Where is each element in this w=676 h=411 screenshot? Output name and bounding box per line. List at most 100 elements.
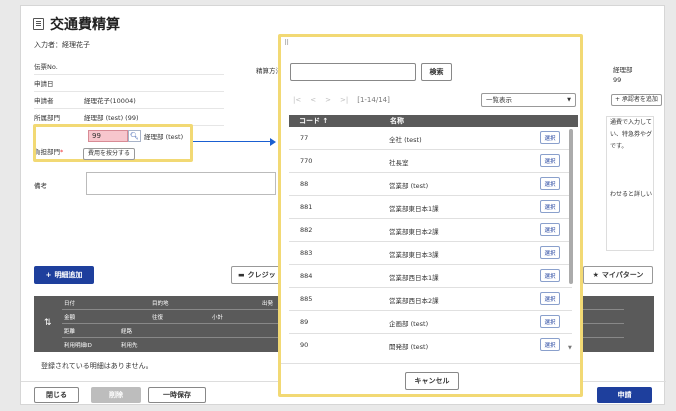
col-date: 日付	[64, 301, 76, 307]
my-pattern-label: マイパターン	[601, 271, 644, 279]
dialog-search-button[interactable]: 検索	[421, 63, 452, 81]
search-icon[interactable]: 🔍︎	[128, 130, 141, 142]
select-button[interactable]: 選択	[540, 338, 560, 351]
select-button[interactable]: 選択	[540, 131, 560, 144]
view-mode-value: 一覧表示	[486, 96, 512, 104]
voucher-no-label: 伝票No.	[34, 63, 58, 71]
list-item: 77 全社 (test) 選択	[289, 127, 572, 150]
dept-name: 営業部東日本1課	[389, 205, 439, 213]
add-detail-label: 明細追加	[54, 271, 83, 279]
arrow-line	[193, 141, 271, 142]
apply-date-row: 申請日	[34, 75, 224, 92]
dept-code: 882	[300, 226, 313, 234]
notice-line	[610, 177, 653, 189]
select-button[interactable]: 選択	[540, 154, 560, 167]
notice-line: です。	[610, 143, 628, 150]
last-page-icon[interactable]: >|	[340, 96, 348, 104]
scroll-down-icon[interactable]: ▼	[568, 345, 572, 351]
dept-name: 営業部 (test)	[389, 182, 429, 190]
select-button[interactable]: 選択	[540, 315, 560, 328]
select-button[interactable]: 選択	[540, 269, 560, 282]
first-page-icon[interactable]: |<	[293, 96, 301, 104]
next-page-icon[interactable]: >	[325, 96, 331, 104]
notice-line: い、特急券やグ	[610, 131, 653, 138]
list-item: 90 開発部 (test) 選択	[289, 334, 572, 353]
apply-date-label: 申請日	[34, 80, 54, 88]
dept-name: 全社 (test)	[389, 136, 422, 144]
pager-range: [1-14/14]	[357, 96, 390, 104]
plus-icon: +	[45, 271, 52, 279]
delete-button[interactable]: 削除	[91, 387, 141, 403]
list-item: 885 営業部西日本2課 選択	[289, 288, 572, 311]
col-amount: 金額	[64, 315, 76, 321]
right-dept-info: 経理部 99	[613, 65, 633, 85]
drag-handle-icon[interactable]: ⠿	[284, 39, 289, 47]
add-detail-button[interactable]: + 明細追加	[34, 266, 94, 284]
arrow-head-icon	[270, 138, 276, 146]
list-scrollbar[interactable]: ▼	[568, 129, 574, 351]
charge-dept-code-input[interactable]: 99	[88, 130, 128, 142]
col-code-header[interactable]: コード ↑	[299, 116, 328, 126]
right-dept-name: 経理部	[613, 66, 633, 74]
select-button[interactable]: 選択	[540, 200, 560, 213]
dept-code: 881	[300, 203, 313, 211]
select-button[interactable]: 選択	[540, 177, 560, 190]
notice-line	[610, 165, 653, 177]
remarks-textarea[interactable]	[86, 172, 276, 195]
list-item: 88 営業部 (test) 選択	[289, 173, 572, 196]
dept-name: 開発部 (test)	[389, 343, 429, 351]
col-usage-id: 利用明細ID	[64, 343, 92, 349]
col-name-header: 名称	[390, 117, 404, 125]
caret-down-icon: ▼	[567, 97, 571, 103]
credit-button[interactable]: ▬ クレジッ	[231, 266, 281, 284]
col-subtotal: 小計	[212, 315, 224, 321]
select-button[interactable]: 選択	[540, 223, 560, 236]
remarks-row: 備考	[34, 176, 84, 193]
split-cost-button[interactable]: 費用を按分する	[83, 148, 136, 160]
remarks-label: 備考	[34, 181, 47, 190]
applicant-value: 経理花子(10004)	[84, 97, 136, 105]
pager: |< < > >| [1-14/14]	[293, 96, 390, 104]
star-icon: ★	[592, 271, 599, 279]
cancel-button[interactable]: キャンセル	[405, 372, 459, 390]
apply-button[interactable]: 申請	[597, 387, 652, 403]
dept-code: 89	[300, 318, 309, 326]
applicant-row: 申請者 経理花子(10004)	[34, 92, 224, 109]
col-usage-dest: 利用先	[121, 343, 138, 349]
col-destination: 目的地	[152, 301, 169, 307]
col-departure: 出発	[262, 301, 274, 307]
list-item: 770 社長室 選択	[289, 150, 572, 173]
list-item: 881 営業部東日本1課 選択	[289, 196, 572, 219]
applicant-label: 申請者	[34, 97, 54, 105]
col-roundtrip: 往復	[152, 315, 164, 321]
dept-code: 884	[300, 272, 313, 280]
dept-name: 営業部東日本3課	[389, 251, 439, 259]
dept-name: 営業部西日本2課	[389, 297, 439, 305]
notice-line	[610, 153, 653, 165]
dept-name: 営業部東日本2課	[389, 228, 439, 236]
notice-line: わせると詳しい	[610, 191, 653, 198]
view-mode-select[interactable]: 一覧表示 ▼	[481, 93, 576, 107]
right-dept-code: 99	[613, 76, 622, 84]
dept-code: 90	[300, 341, 309, 349]
close-button[interactable]: 閉じる	[34, 387, 79, 403]
dept-name: 社長室	[389, 159, 409, 167]
dialog-search-input[interactable]	[290, 63, 416, 81]
charge-dept-name: 経理部 (test)	[144, 133, 184, 141]
list-item: 883 営業部東日本3課 選択	[289, 242, 572, 265]
dept-name: 企画部 (test)	[389, 320, 429, 328]
inputter-label: 入力者：経理花子	[34, 41, 90, 49]
dept-label: 所属部門	[34, 114, 60, 122]
scrollbar-thumb[interactable]	[569, 129, 573, 284]
select-button[interactable]: 選択	[540, 292, 560, 305]
dept-value: 経理部 (test) (99)	[84, 114, 139, 122]
temp-save-button[interactable]: 一時保存	[148, 387, 206, 403]
add-approver-button[interactable]: + 承認者を追加	[611, 94, 662, 106]
select-button[interactable]: 選択	[540, 246, 560, 259]
dept-code: 88	[300, 180, 309, 188]
page-title: 交通費精算	[50, 17, 120, 33]
prev-page-icon[interactable]: <	[310, 96, 316, 104]
dept-code: 77	[300, 134, 309, 142]
dept-select-dialog: ⠿ 検索 |< < > >| [1-14/14] 一覧表示 ▼ コード ↑ 名称…	[278, 34, 583, 397]
my-pattern-button[interactable]: ★ マイパターン	[583, 266, 653, 284]
